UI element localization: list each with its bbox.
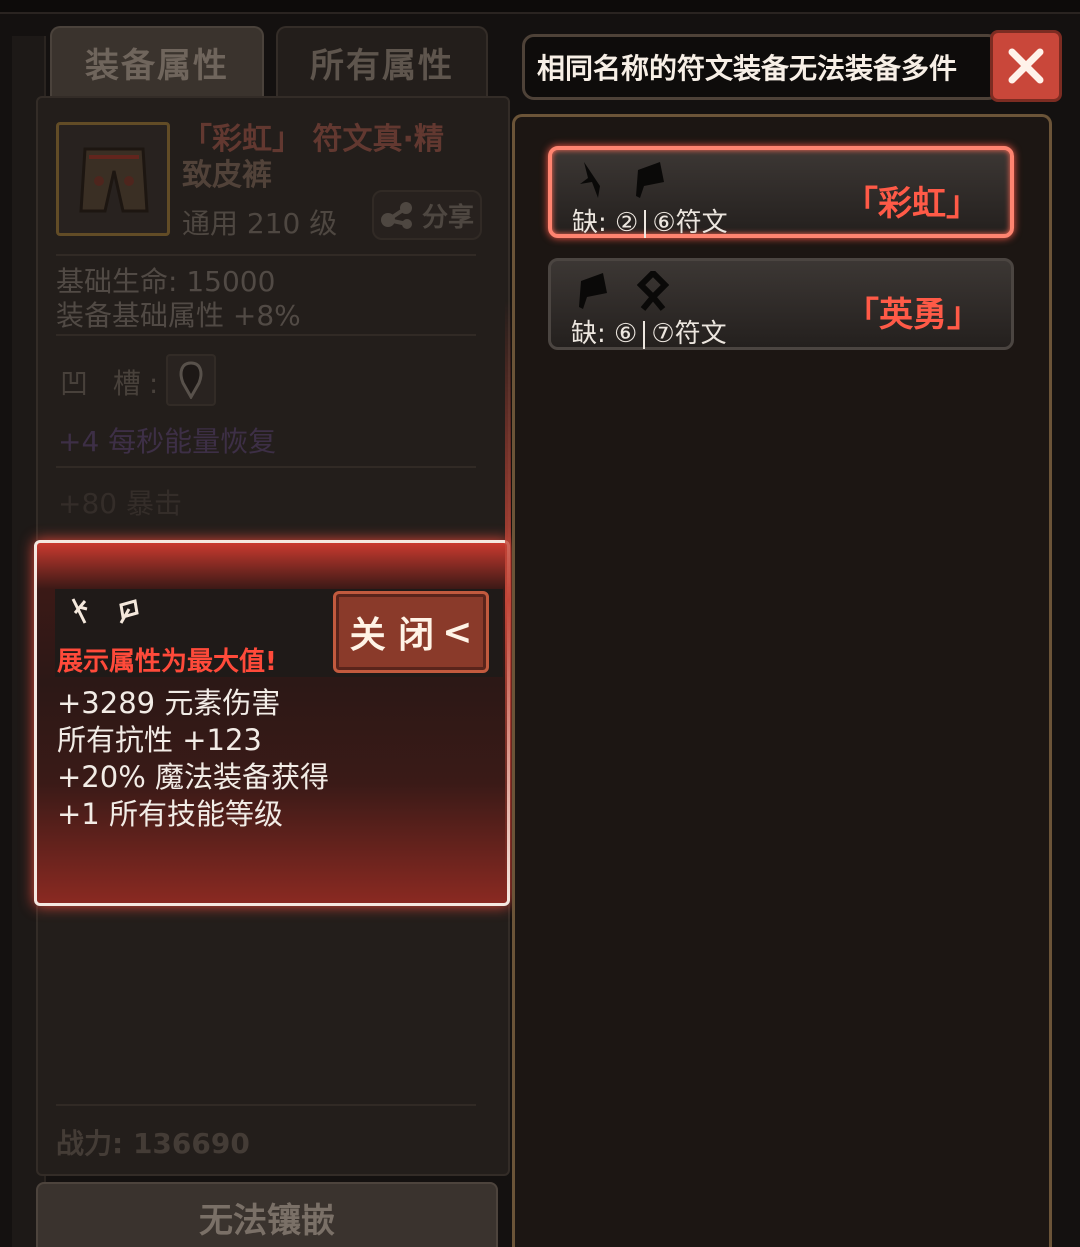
item-name-line1: 「彩虹」 符文真·精 [182, 122, 444, 157]
rune-missing-info: 缺: ⑥ ⑦符文 [571, 313, 727, 350]
missing-prefix: 缺: [572, 208, 607, 238]
rune-icon [579, 273, 607, 309]
inlay-button[interactable]: 无法镶嵌 [36, 1182, 498, 1247]
rune-word-popup: 展示属性为最大值! 关 闭 < +3289 元素伤害 所有抗性 +123 +20… [34, 540, 510, 906]
top-strip [0, 0, 1080, 14]
close-button[interactable] [990, 30, 1062, 102]
close-icon [1008, 48, 1044, 84]
popup-stat-line: 所有抗性 +123 [57, 723, 262, 757]
missing-prefix: 缺: [571, 319, 606, 349]
divider [56, 466, 476, 468]
missing-rune-a: ⑥ [614, 319, 638, 349]
popup-stat-line: +3289 元素伤害 [57, 686, 281, 720]
share-button[interactable]: 分享 [372, 190, 482, 240]
crit-stat: +80 暴击 [58, 487, 182, 520]
rune-missing-info: 缺: ② ⑥符文 [572, 202, 728, 239]
popup-stats: +3289 元素伤害 所有抗性 +123 +20% 魔法装备获得 +1 所有技能… [57, 685, 329, 833]
close-label: 关 闭 [349, 615, 435, 656]
rune-icons [576, 160, 668, 200]
item-icon [56, 122, 170, 236]
popup-stat-line: +20% 魔法装备获得 [57, 760, 329, 794]
rune-icon [580, 162, 600, 198]
rune-icon [636, 162, 664, 198]
rune-icon [637, 271, 669, 311]
rune-word-card-rainbow[interactable]: 缺: ② ⑥符文 「彩虹」 [548, 146, 1014, 238]
divider [56, 1104, 476, 1106]
item-name: 「彩虹」 符文真·精 致皮裤 [182, 122, 482, 194]
socket-rune-icon [179, 361, 203, 399]
socket-slot[interactable] [166, 354, 216, 406]
rune-icon [119, 599, 139, 624]
item-level: 通用 210 级 [182, 207, 338, 240]
missing-rune-a: ② [615, 208, 639, 238]
pants-icon [79, 147, 149, 213]
divider [56, 254, 476, 256]
rune-word-name: 「彩虹」 [844, 184, 980, 224]
item-name-line2: 致皮裤 [182, 158, 272, 193]
share-label: 分享 [421, 202, 474, 233]
popup-rune-icons [67, 597, 141, 625]
close-arrow-icon: < [442, 611, 473, 653]
share-icon [380, 202, 412, 229]
notice-banner: 相同名称的符文装备无法装备多件 [522, 34, 1000, 100]
close-popup-button[interactable]: 关 闭 < [333, 591, 489, 673]
rune-word-name: 「英勇」 [845, 295, 981, 335]
rune-word-card-valor[interactable]: 缺: ⑥ ⑦符文 「英勇」 [548, 258, 1014, 350]
missing-rune-b: ⑥符文 [652, 208, 728, 238]
tab-all-attributes[interactable]: 所有属性 [276, 26, 488, 96]
rune-icons [575, 271, 669, 311]
socket-label: 凹 槽: [60, 367, 167, 400]
base-attr-stat: 装备基础属性 +8% [56, 299, 301, 332]
rune-icon [71, 598, 88, 624]
combat-power: 战力: 136690 [56, 1127, 250, 1160]
missing-rune-b: ⑦符文 [651, 319, 727, 349]
divider [56, 334, 476, 336]
tab-equip-attributes[interactable]: 装备属性 [50, 26, 264, 96]
glow-edge [505, 300, 511, 900]
popup-warning: 展示属性为最大值! [57, 647, 277, 677]
popup-stat-line: +1 所有技能等级 [57, 797, 283, 831]
energy-regen-stat: +4 每秒能量恢复 [58, 425, 277, 458]
